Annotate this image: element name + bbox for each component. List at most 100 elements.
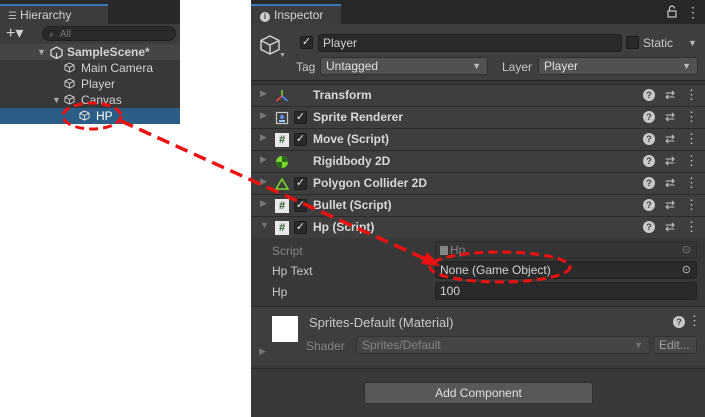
more-icon[interactable]: ⋮ (685, 87, 698, 103)
expand-arrow-icon: ▼ (37, 47, 46, 57)
inspector-tab[interactable]: i Inspector (251, 4, 341, 24)
component-enabled-checkbox[interactable]: ✓ (294, 133, 307, 146)
fold-arrow-icon[interactable]: ▶ (260, 154, 267, 165)
more-icon[interactable]: ⋮ (685, 197, 698, 213)
inspector-menu-icon[interactable]: ⋮ (686, 4, 700, 21)
lock-icon[interactable] (667, 5, 677, 18)
more-icon[interactable]: ⋮ (685, 109, 698, 125)
info-icon: i (260, 12, 270, 22)
material-preview[interactable] (272, 316, 298, 342)
component-header[interactable]: ▶ ✓ Polygon Collider 2D ? ⇄ ⋮ (251, 172, 705, 194)
hp-text-field[interactable]: None (Game Object) ⊙ (435, 261, 697, 279)
gameobject-large-icon[interactable] (259, 34, 281, 58)
component-name: Sprite Renderer (313, 110, 404, 124)
presets-icon[interactable]: ⇄ (665, 88, 675, 102)
hierarchy-item-selected[interactable]: HP (0, 108, 180, 124)
help-icon[interactable]: ? (643, 133, 655, 145)
component-header[interactable]: ▶ Transform ? ⇄ ⋮ (251, 84, 705, 106)
shader-edit-button[interactable]: Edit... (653, 336, 697, 354)
layer-dropdown[interactable]: Player ▼ (538, 57, 698, 75)
fold-arrow-icon[interactable]: ▶ (260, 176, 267, 187)
script-icon: # (275, 133, 289, 147)
fold-arrow-icon[interactable]: ▶ (260, 132, 267, 143)
active-checkbox[interactable]: ✓ (300, 36, 313, 49)
component-name: Polygon Collider 2D (313, 176, 428, 190)
gameobject-icon (64, 94, 75, 105)
presets-icon[interactable]: ⇄ (665, 110, 675, 124)
chevron-down-icon: ▼ (472, 61, 481, 71)
fold-arrow-icon[interactable]: ▶ (259, 346, 266, 357)
add-component-button[interactable]: Add Component (364, 382, 593, 404)
fold-arrow-icon[interactable]: ▶ (260, 110, 267, 121)
script-icon: # (275, 199, 289, 213)
icon-dropdown-arrow-icon[interactable]: ▼ (279, 52, 286, 59)
presets-icon[interactable]: ⇄ (665, 198, 675, 212)
tag-dropdown[interactable]: Untagged ▼ (320, 57, 488, 75)
static-label: Static (643, 36, 674, 50)
tag-value: Untagged (326, 59, 379, 73)
presets-icon[interactable]: ⇄ (665, 176, 675, 190)
help-icon[interactable]: ? (673, 316, 685, 328)
gameobject-icon (64, 78, 75, 89)
help-icon[interactable]: ? (643, 111, 655, 123)
hierarchy-search-input[interactable]: ⌕ All (42, 26, 176, 41)
component-header[interactable]: ▶ Rigidbody 2D ? ⇄ ⋮ (251, 150, 705, 172)
component-name: Move (Script) (313, 132, 390, 146)
object-name-field[interactable]: Player (318, 34, 622, 52)
hierarchy-item[interactable]: ▼ Canvas (0, 92, 180, 108)
component-header[interactable]: ▶ # ✓ Bullet (Script) ? ⇄ ⋮ (251, 194, 705, 216)
unity-scene-icon (50, 46, 63, 59)
hp-value-field[interactable]: 100 (435, 282, 697, 300)
script-field: Hp ⊙ (435, 241, 697, 259)
component-enabled-checkbox[interactable]: ✓ (294, 111, 307, 124)
hierarchy-item[interactable]: Player (0, 76, 180, 92)
hierarchy-item-label: Main Camera (81, 61, 154, 75)
transform-icon (275, 90, 289, 102)
script-file-icon (440, 246, 448, 255)
hierarchy-item[interactable]: Main Camera (0, 60, 180, 76)
material-name: Sprites-Default (Material) (309, 315, 454, 330)
fold-arrow-expanded-icon[interactable]: ▼ (260, 220, 269, 230)
scene-name: SampleScene* (67, 45, 150, 59)
presets-icon[interactable]: ⇄ (665, 132, 675, 146)
search-icon: ⌕ (49, 29, 55, 39)
presets-icon[interactable]: ⇄ (665, 220, 675, 234)
component-enabled-checkbox[interactable]: ✓ (294, 199, 307, 212)
fold-arrow-icon[interactable]: ▶ (260, 198, 267, 209)
expand-arrow-icon: ▼ (52, 95, 61, 105)
component-name: Transform (313, 88, 372, 102)
layer-label: Layer (502, 60, 533, 74)
more-icon[interactable]: ⋮ (685, 153, 698, 169)
hp-text-value: None (Game Object) (440, 263, 551, 277)
hierarchy-tab[interactable]: ☰ Hierarchy (0, 4, 108, 24)
object-picker-icon: ⊙ (681, 244, 691, 256)
component-header[interactable]: ▶ # ✓ Move (Script) ? ⇄ ⋮ (251, 128, 705, 150)
static-checkbox[interactable] (626, 36, 639, 49)
object-picker-icon[interactable]: ⊙ (682, 262, 691, 278)
fold-arrow-icon[interactable]: ▶ (260, 88, 267, 99)
script-value: Hp (450, 243, 466, 257)
component-enabled-checkbox[interactable]: ✓ (294, 177, 307, 190)
help-icon[interactable]: ? (643, 89, 655, 101)
script-icon: # (275, 221, 289, 235)
more-icon[interactable]: ⋮ (685, 175, 698, 191)
shader-label: Shader (306, 339, 345, 353)
help-icon[interactable]: ? (643, 199, 655, 211)
help-icon[interactable]: ? (643, 221, 655, 233)
help-icon[interactable]: ? (643, 155, 655, 167)
more-icon[interactable]: ⋮ (688, 313, 701, 329)
create-button[interactable]: +▾ (6, 25, 34, 43)
component-enabled-checkbox[interactable]: ✓ (294, 221, 307, 234)
shader-value: Sprites/Default (362, 338, 441, 352)
more-icon[interactable]: ⋮ (685, 131, 698, 147)
component-name: Bullet (Script) (313, 198, 392, 212)
static-dropdown-arrow-icon[interactable]: ▼ (688, 38, 697, 48)
scene-row[interactable]: ▼ SampleScene* (0, 44, 180, 60)
presets-icon[interactable]: ⇄ (665, 154, 675, 168)
gameobject-icon (79, 110, 90, 121)
more-icon[interactable]: ⋮ (685, 219, 698, 235)
hierarchy-item-label: Canvas (81, 93, 122, 107)
component-header[interactable]: ▶ ✓ Sprite Renderer ? ⇄ ⋮ (251, 106, 705, 128)
component-header[interactable]: ▼ # ✓ Hp (Script) ? ⇄ ⋮ (251, 216, 705, 238)
help-icon[interactable]: ? (643, 177, 655, 189)
